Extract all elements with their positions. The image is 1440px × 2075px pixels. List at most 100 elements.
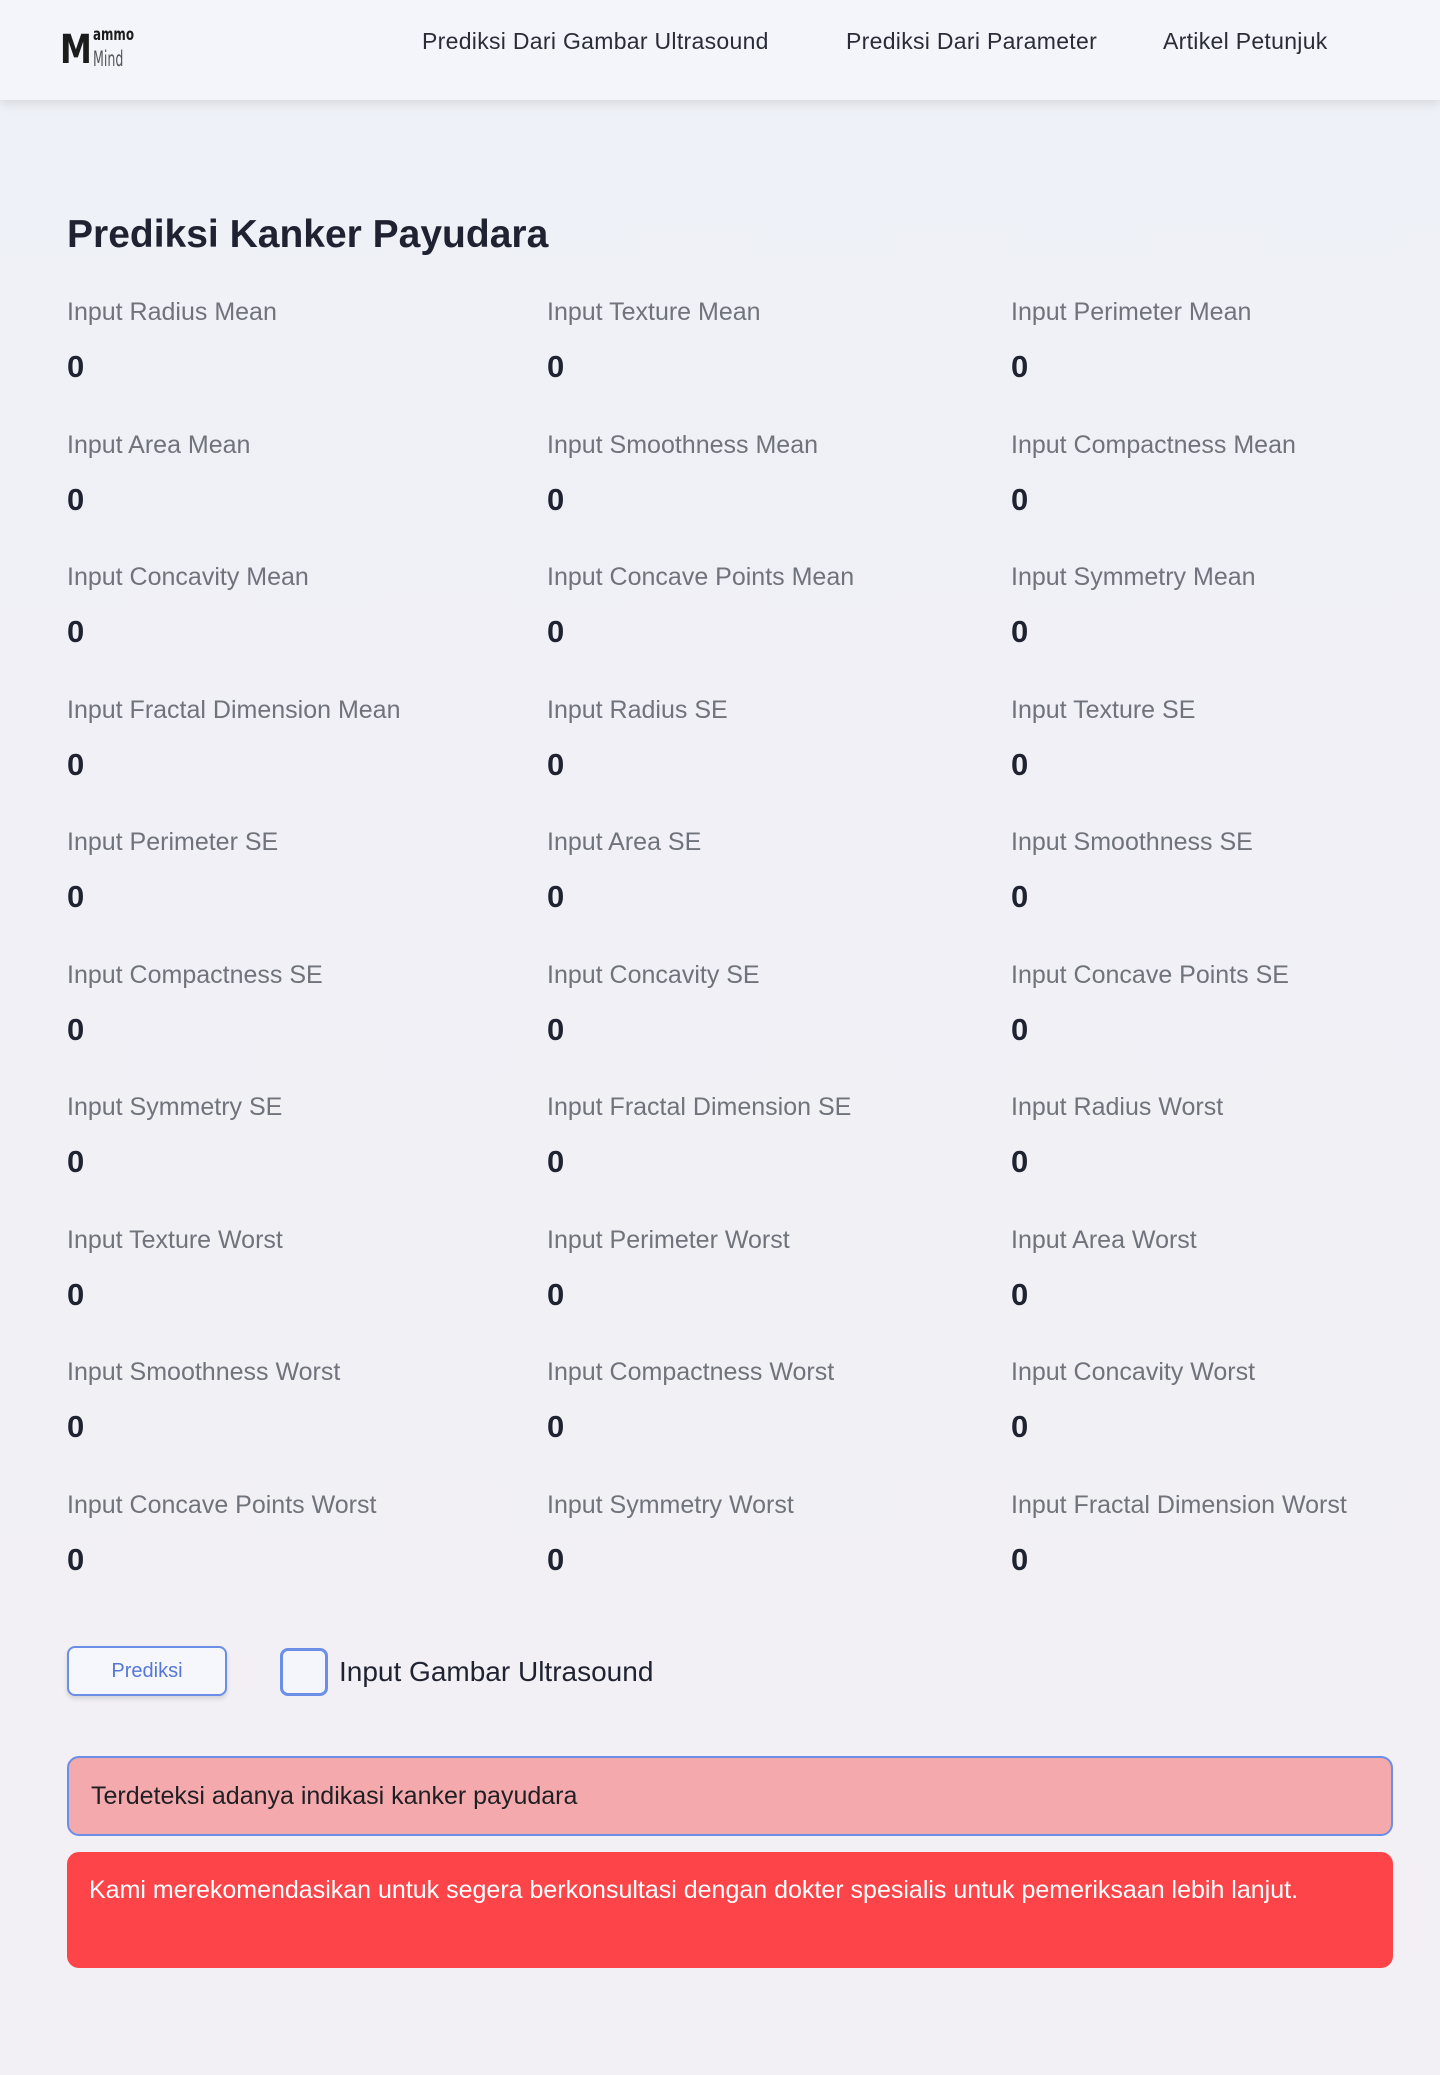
parameter-field: Input Radius Mean <box>67 297 487 385</box>
parameter-field: Input Perimeter Worst <box>547 1225 967 1313</box>
parameter-field-input[interactable] <box>547 1542 927 1578</box>
parameter-field: Input Smoothness Mean <box>547 430 967 518</box>
parameter-field-label: Input Perimeter Worst <box>547 1226 790 1254</box>
parameter-field-input[interactable] <box>547 1012 927 1048</box>
parameter-field-input[interactable] <box>67 614 447 650</box>
parameter-field-input[interactable] <box>547 1144 927 1180</box>
parameter-field: Input Concave Points Mean <box>547 562 967 650</box>
parameter-field-input[interactable] <box>547 349 927 385</box>
logo-bottom-text: Mind <box>93 47 124 71</box>
parameter-field: Input Symmetry Mean <box>1011 562 1431 650</box>
ultrasound-image-checkbox[interactable] <box>280 1648 328 1696</box>
parameter-field: Input Concave Points Worst <box>67 1490 487 1578</box>
parameter-field: Input Radius Worst <box>1011 1092 1431 1180</box>
ultrasound-image-checkbox-label[interactable]: Input Gambar Ultrasound <box>339 1656 653 1688</box>
parameter-field: Input Fractal Dimension Worst <box>1011 1490 1431 1578</box>
parameter-field-label: Input Concave Points SE <box>1011 961 1289 989</box>
parameter-field-label: Input Concavity Mean <box>67 563 309 591</box>
nav-link-parameter-prediction[interactable]: Prediksi Dari Parameter <box>846 28 1097 55</box>
nav-link-ultrasound-prediction[interactable]: Prediksi Dari Gambar Ultrasound <box>422 28 769 55</box>
parameter-field-input[interactable] <box>547 1277 927 1313</box>
parameter-field-label: Input Radius Worst <box>1011 1093 1224 1121</box>
parameter-field: Input Concavity Worst <box>1011 1357 1431 1445</box>
page-title: Prediksi Kanker Payudara <box>67 213 549 256</box>
parameter-field-label: Input Concave Points Mean <box>547 563 855 591</box>
top-navbar: M ammo Mind Prediksi Dari Gambar Ultraso… <box>0 0 1440 100</box>
parameter-field: Input Area Mean <box>67 430 487 518</box>
parameter-field-input[interactable] <box>67 1409 447 1445</box>
parameter-field-input[interactable] <box>1011 349 1391 385</box>
parameter-field: Input Texture Mean <box>547 297 967 385</box>
parameter-field-label: Input Compactness Worst <box>547 1358 835 1386</box>
parameter-field-label: Input Smoothness Mean <box>547 431 818 459</box>
recommendation-alert: Kami merekomendasikan untuk segera berko… <box>67 1852 1393 1968</box>
parameter-field-label: Input Area Mean <box>67 431 251 459</box>
parameter-field-label: Input Concave Points Worst <box>67 1491 377 1519</box>
parameter-field-input[interactable] <box>1011 879 1391 915</box>
parameter-field-label: Input Area Worst <box>1011 1226 1197 1254</box>
parameter-field: Input Compactness Mean <box>1011 430 1431 518</box>
parameter-field-label: Input Compactness SE <box>67 961 323 989</box>
parameter-field: Input Concavity SE <box>547 960 967 1048</box>
parameter-field-label: Input Texture Worst <box>67 1226 283 1254</box>
parameter-field-label: Input Symmetry Worst <box>547 1491 794 1519</box>
mammomind-logo[interactable]: M ammo Mind <box>60 26 140 74</box>
parameter-field-input[interactable] <box>547 1409 927 1445</box>
nav-link-article-guide[interactable]: Artikel Petunjuk <box>1163 28 1328 55</box>
parameter-field-label: Input Concavity SE <box>547 961 760 989</box>
parameter-field-input[interactable] <box>67 1542 447 1578</box>
predict-button[interactable]: Prediksi <box>67 1646 227 1696</box>
parameter-field-input[interactable] <box>1011 1144 1391 1180</box>
parameter-field-label: Input Area SE <box>547 828 702 856</box>
parameter-field-label: Input Fractal Dimension SE <box>547 1093 852 1121</box>
parameter-field: Input Smoothness SE <box>1011 827 1431 915</box>
parameter-field: Input Compactness SE <box>67 960 487 1048</box>
parameter-field-label: Input Texture Mean <box>547 298 761 326</box>
parameter-field-label: Input Radius Mean <box>67 298 277 326</box>
parameter-field-input[interactable] <box>1011 482 1391 518</box>
detection-result-alert: Terdeteksi adanya indikasi kanker payuda… <box>67 1756 1393 1836</box>
parameter-field-label: Input Fractal Dimension Mean <box>67 696 401 724</box>
parameter-field: Input Symmetry Worst <box>547 1490 967 1578</box>
parameter-field-input[interactable] <box>547 614 927 650</box>
parameter-field-label: Input Smoothness SE <box>1011 828 1253 856</box>
parameter-field-input[interactable] <box>1011 1409 1391 1445</box>
parameter-field-input[interactable] <box>1011 614 1391 650</box>
parameter-field-input[interactable] <box>547 747 927 783</box>
parameter-field: Input Perimeter SE <box>67 827 487 915</box>
parameter-field: Input Fractal Dimension Mean <box>67 695 487 783</box>
parameter-field: Input Concavity Mean <box>67 562 487 650</box>
parameter-field: Input Smoothness Worst <box>67 1357 487 1445</box>
parameter-field: Input Texture Worst <box>67 1225 487 1313</box>
parameter-field-label: Input Concavity Worst <box>1011 1358 1256 1386</box>
parameter-field-input[interactable] <box>67 747 447 783</box>
parameter-field: Input Texture SE <box>1011 695 1431 783</box>
parameter-field-label: Input Fractal Dimension Worst <box>1011 1491 1347 1519</box>
parameter-field: Input Fractal Dimension SE <box>547 1092 967 1180</box>
parameter-field-input[interactable] <box>67 482 447 518</box>
parameter-field-label: Input Compactness Mean <box>1011 431 1296 459</box>
parameter-field: Input Compactness Worst <box>547 1357 967 1445</box>
parameter-field-label: Input Smoothness Worst <box>67 1358 341 1386</box>
parameter-field: Input Area Worst <box>1011 1225 1431 1313</box>
parameter-field-input[interactable] <box>547 482 927 518</box>
parameter-field-label: Input Symmetry Mean <box>1011 563 1256 591</box>
parameter-field-input[interactable] <box>67 1144 447 1180</box>
parameter-field-label: Input Radius SE <box>547 696 728 724</box>
parameter-field-input[interactable] <box>547 879 927 915</box>
parameter-field-label: Input Texture SE <box>1011 696 1196 724</box>
parameter-field-label: Input Symmetry SE <box>67 1093 283 1121</box>
logo-top-text: ammo <box>93 25 135 45</box>
parameter-field: Input Area SE <box>547 827 967 915</box>
parameter-field-input[interactable] <box>1011 1542 1391 1578</box>
parameter-field-input[interactable] <box>67 1277 447 1313</box>
parameter-field-input[interactable] <box>1011 1277 1391 1313</box>
parameter-field-label: Input Perimeter SE <box>67 828 279 856</box>
parameter-field-input[interactable] <box>67 879 447 915</box>
parameter-field-input[interactable] <box>1011 747 1391 783</box>
parameter-field: Input Concave Points SE <box>1011 960 1431 1048</box>
parameter-field-input[interactable] <box>67 1012 447 1048</box>
parameter-field-input[interactable] <box>1011 1012 1391 1048</box>
parameter-field: Input Symmetry SE <box>67 1092 487 1180</box>
parameter-field-input[interactable] <box>67 349 447 385</box>
